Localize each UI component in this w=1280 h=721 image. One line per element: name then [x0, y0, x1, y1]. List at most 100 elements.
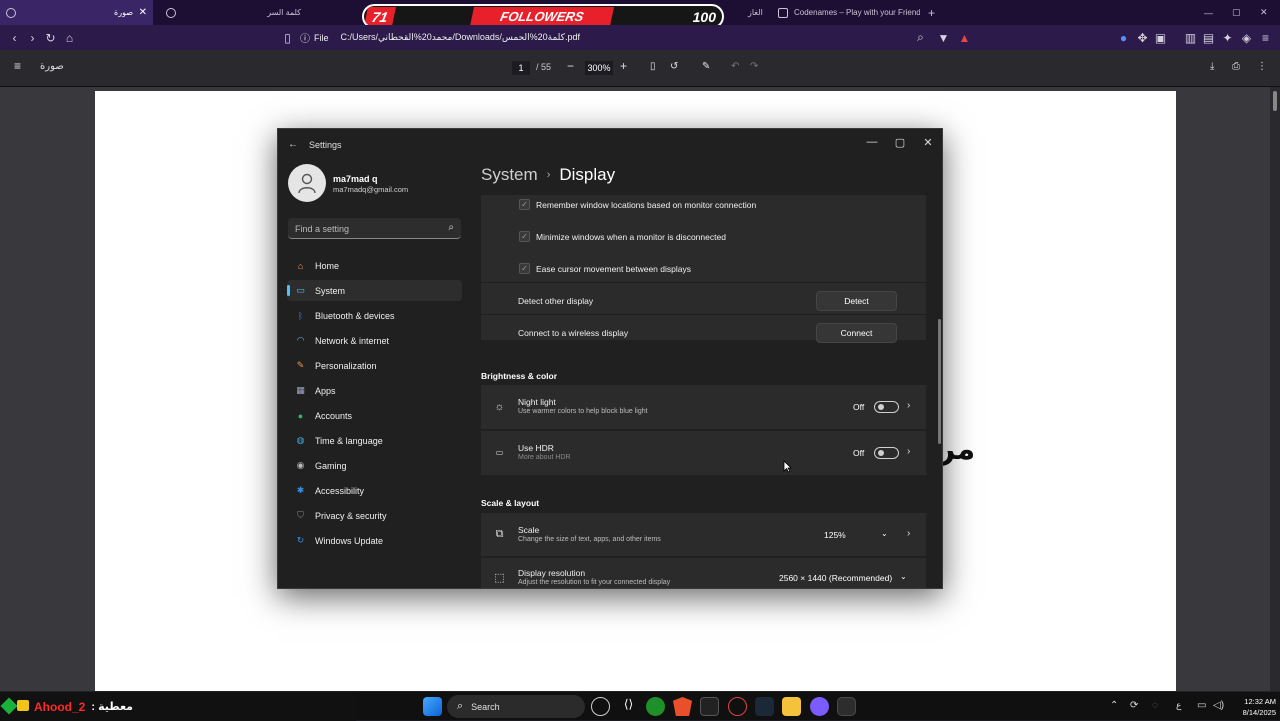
fit-page-icon[interactable]: ▯	[650, 61, 656, 72]
discord-icon[interactable]	[810, 697, 829, 716]
resolution-dropdown[interactable]: 2560 × 1440 (Recommended)	[779, 573, 892, 583]
sidebar-item-apps[interactable]: ▦ Apps	[287, 380, 462, 401]
hdr-desc[interactable]: More about HDR	[518, 454, 571, 461]
zoom-in-icon[interactable]: +	[620, 59, 627, 73]
sidebar-item-label: Network & internet	[315, 335, 390, 346]
taskbar-search[interactable]: ⌕ Search	[447, 695, 585, 718]
sidebar-icon[interactable]: ▥	[1182, 29, 1199, 46]
chevron-down-icon: ⌄	[881, 529, 888, 538]
globe-icon	[6, 7, 16, 18]
address-bar[interactable]: ⓘ File C:/Users/محمد20%القحطاني/Download…	[300, 28, 980, 47]
scale-row[interactable]: ⧉ Scale Change the size of text, apps, a…	[481, 513, 926, 556]
more-icon[interactable]: ⋮	[1257, 61, 1267, 72]
night-light-row[interactable]: ☼ Night light Use warmer colors to help …	[481, 385, 926, 429]
vpn-icon[interactable]: ◈	[1238, 29, 1255, 46]
tab-password[interactable]: كلمة السر	[160, 0, 315, 25]
hdr-row[interactable]: ▭ Use HDR More about HDR Off ›	[481, 431, 926, 475]
detect-button[interactable]: Detect	[816, 291, 897, 311]
content-scrollbar[interactable]	[938, 319, 941, 444]
wallet-icon[interactable]: ▤	[1200, 29, 1217, 46]
sidebar-item-accounts[interactable]: ● Accounts	[287, 405, 462, 426]
minimize-icon[interactable]: —	[1204, 0, 1216, 25]
tab-active[interactable]: صورة ✕	[0, 0, 153, 25]
sidebar-item-personalization[interactable]: ✎ Personalization	[287, 355, 462, 376]
close-icon[interactable]: ✕	[139, 7, 147, 18]
tray-app-icon[interactable]: ◌	[1152, 700, 1158, 711]
window-close-icon[interactable]: ✕	[1260, 0, 1272, 25]
outline-menu-icon[interactable]: ≡	[14, 59, 21, 73]
tab-codenames[interactable]: Codenames – Play with your Friends	[772, 0, 922, 25]
obs-icon[interactable]	[591, 697, 610, 716]
sidebar-item-accessibility[interactable]: ✱ Accessibility	[287, 480, 462, 501]
connect-button[interactable]: Connect	[816, 323, 897, 343]
start-button-icon[interactable]	[423, 697, 442, 716]
minimize-windows-checkbox[interactable]: ✓	[519, 231, 530, 242]
chrome-icon[interactable]	[728, 697, 747, 716]
sync-icon[interactable]: ⟳	[1130, 700, 1138, 711]
close-icon[interactable]: ✕	[914, 133, 942, 151]
language-indicator[interactable]: ع	[1176, 700, 1181, 711]
menu-icon[interactable]: ≡	[1257, 29, 1274, 46]
folder-icon[interactable]	[782, 697, 801, 716]
minimize-icon[interactable]: —	[858, 133, 886, 151]
tray-overflow-icon[interactable]: ⌃	[1110, 700, 1118, 711]
draw-icon[interactable]: ✎	[702, 61, 710, 72]
viewer-scrollbar[interactable]	[1270, 87, 1280, 691]
sidebar-item-bluetooth-devices[interactable]: ᛒ Bluetooth & devices	[287, 305, 462, 326]
print-icon[interactable]: ⎙	[1232, 61, 1240, 72]
tab-riddles[interactable]: الغاز	[728, 0, 768, 25]
sparkle-icon[interactable]: ✦	[1219, 29, 1236, 46]
pdf-page-text: مر	[938, 432, 976, 467]
app-icon[interactable]	[700, 697, 719, 716]
reload-icon[interactable]: ↻	[42, 29, 59, 46]
volume-icon[interactable]: ◁)	[1213, 700, 1224, 711]
capcut-icon[interactable]: ⟨⟩	[619, 697, 638, 716]
steam-icon[interactable]	[755, 697, 774, 716]
sidebar-item-windows-update[interactable]: ↻ Windows Update	[287, 530, 462, 551]
sidebar-item-gaming[interactable]: ◉ Gaming	[287, 455, 462, 476]
bookmark-icon[interactable]: ▯	[279, 29, 296, 46]
maximize-icon[interactable]: ▢	[886, 133, 914, 151]
sidebar-item-time-language[interactable]: ◍ Time & language	[287, 430, 462, 451]
pdf-toolbar: ≡ صورة 1 / 55 − 300% + ▯ ↺ ✎ ↶ ↷ ⤓ ⎙ ⋮	[0, 50, 1280, 87]
download-icon[interactable]: ⤓	[1210, 61, 1214, 72]
undo-icon[interactable]: ↶	[731, 61, 739, 72]
sidebar-item-home[interactable]: ⌂ Home	[287, 255, 462, 276]
hdr-toggle[interactable]	[874, 447, 899, 459]
avatar[interactable]	[288, 164, 326, 202]
extension-icon[interactable]: ●	[1115, 29, 1132, 46]
puzzle-icon[interactable]: ✥	[1134, 29, 1151, 46]
maximize-icon[interactable]: ▢	[1232, 0, 1244, 25]
remember-windows-checkbox[interactable]: ✓	[519, 199, 530, 210]
sidebar-item-system[interactable]: ▭ System	[287, 280, 462, 301]
forward-icon[interactable]: ›	[24, 29, 41, 46]
resolution-row[interactable]: ⬚ Display resolution Adjust the resoluti…	[481, 558, 926, 588]
rotate-icon[interactable]: ↺	[670, 61, 678, 72]
scrollbar-thumb[interactable]	[1273, 91, 1277, 111]
night-light-toggle[interactable]	[874, 401, 899, 413]
zoom-level[interactable]: 300%	[585, 61, 613, 75]
warning-icon[interactable]: ▲	[956, 29, 973, 46]
zoom-out-icon[interactable]: −	[567, 59, 574, 73]
settings-search-input[interactable]: Find a setting ⌕	[288, 218, 461, 239]
home-icon[interactable]: ⌂	[61, 29, 78, 46]
clock[interactable]: 12:32 AM 8/14/2025	[1228, 696, 1276, 718]
screenshot-icon[interactable]: ▣	[1152, 29, 1169, 46]
redo-icon[interactable]: ↷	[750, 61, 758, 72]
shield-icon[interactable]: ▼	[935, 29, 952, 46]
settings-gear-icon[interactable]	[837, 697, 856, 716]
sidebar-item-network-internet[interactable]: ◠ Network & internet	[287, 330, 462, 351]
scale-dropdown[interactable]: 125%	[824, 530, 846, 540]
new-tab-button[interactable]: +	[928, 0, 942, 25]
page-number-input[interactable]: 1	[512, 61, 530, 75]
ease-cursor-checkbox[interactable]: ✓	[519, 263, 530, 274]
zoom-icon[interactable]: ⌕	[912, 29, 929, 46]
breadcrumb-system[interactable]: System	[481, 165, 538, 185]
back-arrow-icon[interactable]: ←	[288, 139, 298, 150]
brave-icon[interactable]	[673, 697, 692, 716]
sidebar-item-privacy-security[interactable]: ⛉ Privacy & security	[287, 505, 462, 526]
back-icon[interactable]: ‹	[6, 29, 23, 46]
tab-label: Codenames – Play with your Friends	[794, 8, 920, 17]
network-icon[interactable]: ▭	[1197, 700, 1206, 711]
xbox-icon[interactable]	[646, 697, 665, 716]
